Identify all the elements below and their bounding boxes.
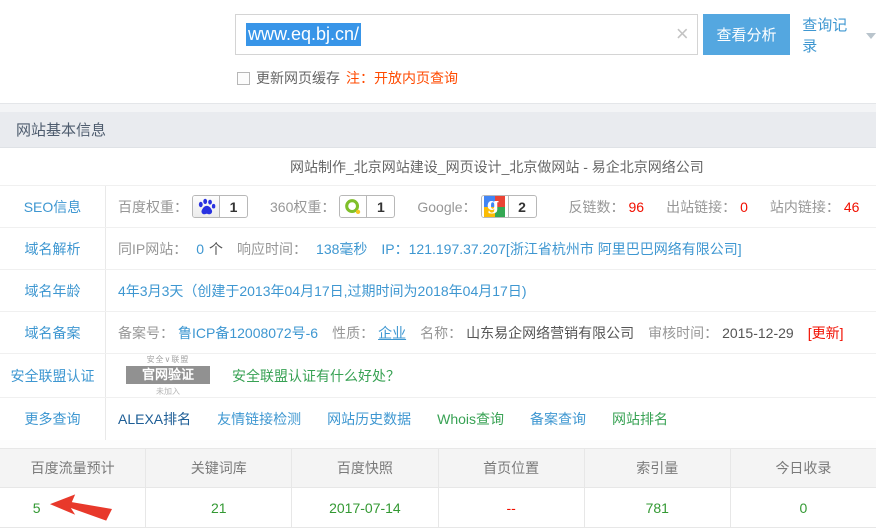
query-history-label: 查询记录 bbox=[802, 14, 861, 56]
more-queries-row: 更多查询 ALEXA排名 友情链接检测 网站历史数据 Whois查询 备案查询 … bbox=[0, 398, 876, 440]
section-gap bbox=[0, 103, 876, 112]
inlinks-label: 站内链接： bbox=[770, 197, 840, 217]
value-homepage-rank: -- bbox=[439, 488, 585, 527]
baidu-weight-badge[interactable]: 1 bbox=[192, 195, 248, 218]
url-input[interactable]: www.eq.bj.cn/ × bbox=[235, 14, 698, 55]
domain-age-label: 域名年龄 bbox=[0, 270, 105, 311]
icp-record-row: 域名备案 备案号： 鲁ICP备12008072号-6 性质： 企业 名称： 山东… bbox=[0, 312, 876, 354]
header-homepage-rank: 首页位置 bbox=[439, 449, 585, 487]
header-index-count: 索引量 bbox=[585, 449, 731, 487]
dns-row: 域名解析 同IP网站： 0 个 响应时间： 138毫秒 IP：121.197.3… bbox=[0, 228, 876, 270]
security-badge-status-text: 未加入 bbox=[118, 386, 218, 397]
outlinks-label: 出站链接： bbox=[666, 197, 736, 217]
security-cert-badge-icon[interactable]: 安全∨联盟 官网验证 未加入 bbox=[118, 354, 218, 397]
value-keyword-count[interactable]: 21 bbox=[146, 488, 292, 527]
icp-review-label: 审核时间： bbox=[648, 323, 718, 343]
inner-page-note: 注：开放内页查询 bbox=[346, 68, 458, 88]
section-title: 网站基本信息 bbox=[0, 112, 876, 148]
response-time-value: 138毫秒 bbox=[316, 239, 367, 259]
backlinks-value: 96 bbox=[629, 199, 645, 215]
analyze-button[interactable]: 查看分析 bbox=[703, 14, 791, 55]
so360-weight-label: 360权重： bbox=[270, 197, 335, 217]
security-badge-ribbon-text: 官网验证 bbox=[126, 366, 210, 384]
baidu-weight-label: 百度权重： bbox=[118, 197, 188, 217]
stats-table-header: 百度流量预计 关键词库 百度快照 首页位置 索引量 今日收录 bbox=[0, 449, 876, 488]
security-cert-label: 安全联盟认证 bbox=[0, 354, 105, 397]
icp-nature-label: 性质： bbox=[332, 323, 374, 343]
google-pr-value: 2 bbox=[509, 196, 536, 217]
icp-query-link[interactable]: 备案查询 bbox=[530, 409, 586, 429]
same-ip-label: 同IP网站： bbox=[118, 239, 187, 259]
same-ip-unit: 个 bbox=[209, 239, 223, 259]
site-title-row: 网站制作_北京网站建设_网页设计_北京做网站 - 易企北京网络公司 bbox=[0, 148, 876, 186]
value-baidu-traffic[interactable]: 5 bbox=[0, 488, 146, 527]
clear-input-icon[interactable]: × bbox=[676, 23, 689, 45]
so360-logo-icon bbox=[340, 196, 367, 217]
domain-age-value: 4年3月3天（创建于2013年04月17日,过期时间为2018年04月17日) bbox=[118, 281, 527, 301]
so360-weight-value: 1 bbox=[367, 196, 394, 217]
header-keyword-count: 关键词库 bbox=[146, 449, 292, 487]
security-badge-top-text: 安全∨联盟 bbox=[118, 354, 218, 365]
query-history-link[interactable]: 查询记录 bbox=[802, 14, 876, 56]
header-baidu-traffic: 百度流量预计 bbox=[0, 449, 146, 487]
red-arrow-annotation-icon bbox=[50, 494, 112, 521]
inlinks-value: 46 bbox=[844, 199, 860, 215]
site-history-link[interactable]: 网站历史数据 bbox=[327, 409, 411, 429]
value-index-count[interactable]: 781 bbox=[585, 488, 731, 527]
refresh-cache-label: 更新网页缓存 bbox=[256, 68, 340, 88]
same-ip-value[interactable]: 0 bbox=[196, 241, 204, 257]
header-today-indexed: 今日收录 bbox=[731, 449, 876, 487]
backlinks-label: 反链数： bbox=[569, 197, 625, 217]
seo-info-label: SEO信息 bbox=[0, 186, 105, 227]
dns-label: 域名解析 bbox=[0, 228, 105, 269]
site-info-panel: 网站制作_北京网站建设_网页设计_北京做网站 - 易企北京网络公司 SEO信息 … bbox=[0, 148, 876, 440]
table-gap bbox=[0, 440, 876, 448]
chevron-down-icon bbox=[866, 33, 876, 39]
outlinks-value: 0 bbox=[740, 199, 748, 215]
icp-nature-value[interactable]: 企业 bbox=[378, 323, 406, 343]
security-benefit-link[interactable]: 安全联盟认证有什么好处？ bbox=[232, 366, 400, 386]
refresh-cache-checkbox[interactable] bbox=[237, 72, 250, 85]
response-time-label: 响应时间： bbox=[237, 239, 307, 259]
google-logo-icon: g bbox=[482, 196, 509, 217]
google-pr-label: Google： bbox=[417, 197, 476, 217]
friend-links-check-link[interactable]: 友情链接检测 bbox=[217, 409, 301, 429]
icp-number-value[interactable]: 鲁ICP备12008072号-6 bbox=[178, 323, 318, 343]
value-baidu-snapshot[interactable]: 2017-07-14 bbox=[292, 488, 438, 527]
more-queries-label: 更多查询 bbox=[0, 398, 105, 440]
baidu-paw-icon bbox=[193, 196, 220, 217]
site-rank-link[interactable]: 网站排名 bbox=[612, 409, 668, 429]
icp-name-label: 名称： bbox=[420, 323, 462, 343]
icp-update-link[interactable]: [更新] bbox=[808, 323, 844, 343]
security-cert-row: 安全联盟认证 安全∨联盟 官网验证 未加入 安全联盟认证有什么好处？ bbox=[0, 354, 876, 398]
domain-age-row: 域名年龄 4年3月3天（创建于2013年04月17日,过期时间为2018年04月… bbox=[0, 270, 876, 312]
seo-info-row: SEO信息 百度权重： 1 360权重： bbox=[0, 186, 876, 228]
whois-query-link[interactable]: Whois查询 bbox=[437, 409, 504, 429]
value-today-indexed[interactable]: 0 bbox=[731, 488, 876, 527]
google-pr-badge[interactable]: g 2 bbox=[481, 195, 537, 218]
alexa-rank-link[interactable]: ALEXA排名 bbox=[118, 409, 191, 429]
icp-record-label: 域名备案 bbox=[0, 312, 105, 353]
search-area: www.eq.bj.cn/ × 查看分析 查询记录 更新网页缓存 注：开放内页查… bbox=[0, 0, 876, 103]
stats-table-values: 5 21 2017-07-14 -- 781 0 bbox=[0, 488, 876, 528]
site-title: 网站制作_北京网站建设_网页设计_北京做网站 - 易企北京网络公司 bbox=[290, 157, 704, 177]
so360-weight-badge[interactable]: 1 bbox=[339, 195, 395, 218]
baidu-weight-value: 1 bbox=[220, 196, 247, 217]
icp-number-label: 备案号： bbox=[118, 323, 174, 343]
stats-table: 百度流量预计 关键词库 百度快照 首页位置 索引量 今日收录 5 21 2017… bbox=[0, 448, 876, 528]
header-baidu-snapshot: 百度快照 bbox=[292, 449, 438, 487]
ip-location-text[interactable]: IP：121.197.37.207[浙江省杭州市 阿里巴巴网络有限公司] bbox=[381, 239, 741, 259]
icp-name-value: 山东易企网络营销有限公司 bbox=[466, 323, 634, 343]
url-input-selected-text: www.eq.bj.cn/ bbox=[246, 23, 361, 46]
icp-review-value: 2015-12-29 bbox=[722, 325, 794, 341]
baidu-traffic-number: 5 bbox=[33, 500, 41, 516]
